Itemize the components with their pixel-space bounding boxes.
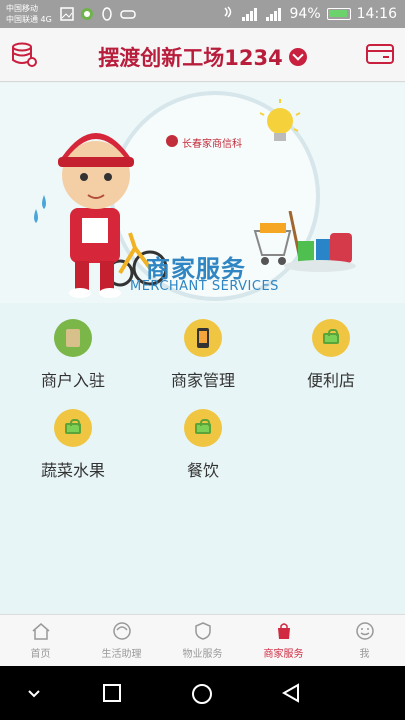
tab-label: 商家服务 [263,649,304,660]
grid-item-label: 餐饮 [186,461,219,480]
merchant-manage-icon [184,319,222,357]
merchant-join-icon [54,319,92,357]
grid-item-merchant-manage[interactable]: 商家管理 [138,319,268,399]
brand-name: 长春家商信科 [182,139,242,150]
tab-merchant-service[interactable]: 商家服务 [243,621,324,660]
chevron-down-icon[interactable] [24,683,44,707]
tab-label: 物业服务 [182,649,223,660]
grid-item-label: 蔬菜水果 [40,461,105,480]
recent-apps-icon[interactable] [102,683,122,707]
home-button-icon[interactable] [191,683,213,709]
carrier-line-2: 中国联通 4G [6,15,52,24]
grid-item-dining[interactable]: 餐饮 [138,409,268,489]
qq-notification-icon [100,6,114,25]
tab-me[interactable]: 我 [324,621,405,660]
shop-bag-icon [274,621,294,641]
card-icon[interactable] [365,42,395,66]
grid-item-convenience-store[interactable]: 便利店 [266,319,396,399]
tab-life-assistant[interactable]: 生活助理 [81,621,162,660]
basket-icon [312,319,350,357]
app-header: 摆渡创新工场1234 [0,28,405,82]
assistant-icon [112,621,132,641]
status-right: 94% 14:16 [222,5,397,23]
chevron-down-icon [288,48,307,66]
signal-icon-2 [265,7,284,21]
bottom-tab-bar: 首页 生活助理 物业服务 商家服务 我 [0,614,405,666]
merchant-banner[interactable]: 长春家商信科 商家服务 MERCHANT SERVICES [0,83,405,303]
battery-icon [326,8,351,20]
tab-label: 生活助理 [101,649,142,660]
grid-item-label: 商家管理 [170,371,235,390]
grid-item-label: 商户入驻 [40,371,105,390]
grid-item-vegetables-fruit[interactable]: 蔬菜水果 [8,409,138,489]
location-selector[interactable]: 摆渡创新工场1234 [0,42,405,72]
service-grid: 商户入驻 商家管理 便利店 蔬菜水果 餐饮 [0,303,405,613]
tab-label: 我 [359,649,370,660]
notification-icons [60,6,136,25]
page-title: 摆渡创新工场1234 [98,46,283,70]
carrier-info: 中国移动 中国联通 4G [6,3,52,25]
status-bar: 中国移动 中国联通 4G 94% 14:16 [0,0,405,28]
battery-percent: 94% [289,6,321,22]
banner-subtitle: MERCHANT SERVICES [130,279,279,294]
signal-icon-1 [241,7,260,21]
image-notification-icon [60,6,74,25]
lightbulb-icon [259,99,301,141]
basket-icon [54,409,92,447]
tab-label: 首页 [30,649,51,660]
tab-home[interactable]: 首页 [0,621,81,660]
nfc-icon [222,5,236,23]
basket-icon [184,409,222,447]
game-notification-icon [120,6,136,25]
system-nav-bar [0,666,405,720]
grid-item-merchant-join[interactable]: 商户入驻 [8,319,138,399]
app-notification-icon [80,6,94,25]
smile-icon [355,621,375,641]
shield-icon [193,621,213,641]
clock: 14:16 [356,6,397,22]
tab-property-service[interactable]: 物业服务 [162,621,243,660]
back-icon[interactable] [281,683,301,707]
grid-item-label: 便利店 [306,371,355,390]
carrier-line-1: 中国移动 [6,4,38,13]
home-icon [31,621,51,641]
